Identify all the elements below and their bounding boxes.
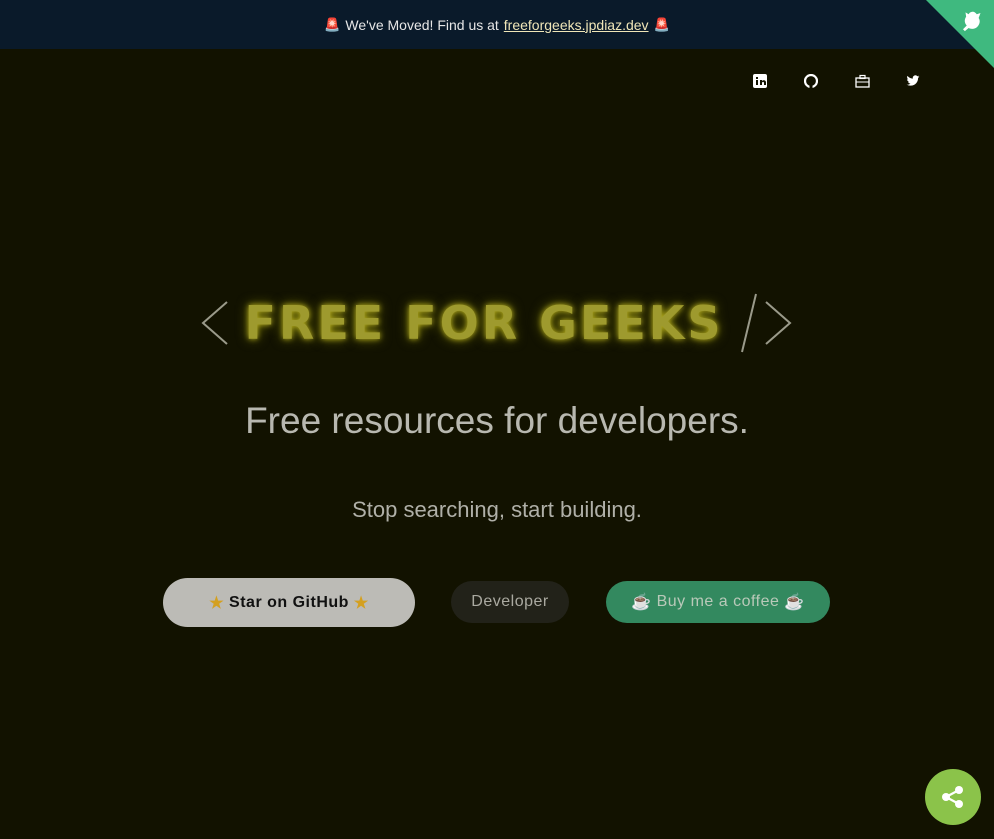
twitter-icon[interactable] — [906, 74, 920, 88]
octocat-icon — [963, 11, 981, 32]
siren-icon: 🚨 — [324, 16, 341, 32]
social-links — [753, 73, 920, 89]
close-bracket-icon — [740, 293, 792, 353]
coffee-label: Buy me a coffee — [656, 593, 780, 610]
new-site-link[interactable]: freeforgeeks.jpdiaz.dev — [504, 17, 649, 33]
share-icon — [942, 786, 963, 808]
coffee-icon: ☕ — [631, 594, 652, 611]
github-icon[interactable] — [803, 73, 819, 89]
buy-coffee-button[interactable]: ☕ Buy me a coffee ☕ — [606, 581, 830, 623]
subtitle: Free resources for developers. — [245, 400, 749, 441]
hero-title: FREE FOR GEEKS — [0, 292, 994, 354]
linkedin-icon[interactable] — [753, 74, 767, 88]
site-title: FREE FOR GEEKS — [244, 296, 724, 350]
github-corner[interactable] — [926, 0, 994, 68]
share-button[interactable] — [925, 769, 981, 825]
portfolio-icon[interactable] — [855, 74, 870, 88]
star-icon: ★ — [209, 594, 225, 612]
siren-icon: 🚨 — [653, 16, 670, 32]
developer-button[interactable]: Developer — [451, 581, 569, 623]
open-bracket-icon — [201, 301, 229, 345]
tagline: Stop searching, start building. — [352, 497, 642, 522]
banner-text: We've Moved! Find us at — [345, 16, 499, 33]
star-label: Star on GitHub — [229, 593, 349, 611]
star-icon: ★ — [353, 594, 369, 612]
coffee-icon: ☕ — [784, 594, 805, 611]
star-on-github-button[interactable]: ★ Star on GitHub ★ — [163, 578, 415, 627]
moved-banner: 🚨 We've Moved! Find us at freeforgeeks.j… — [0, 0, 994, 49]
